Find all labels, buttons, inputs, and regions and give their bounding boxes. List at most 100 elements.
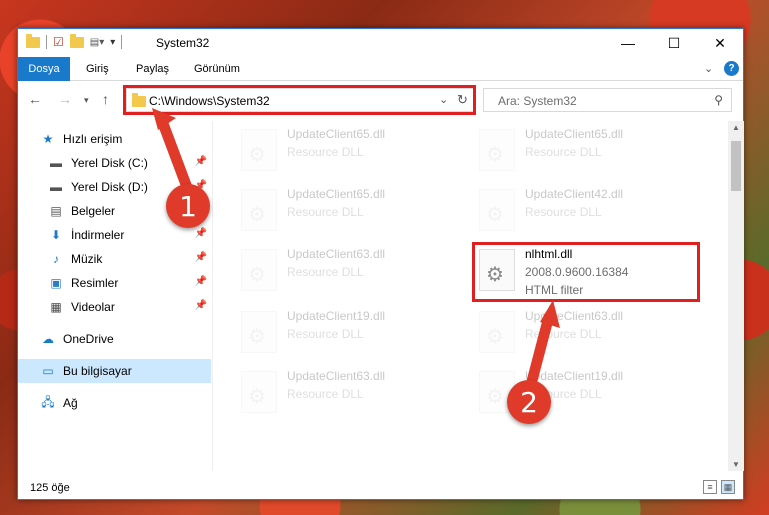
sidebar-item-pictures[interactable]: ▣ Resimler 📌 (18, 271, 211, 295)
up-arrow-icon[interactable]: ↑ (102, 91, 109, 107)
file-tile[interactable]: ⚙ UpdateClient65.dll Resource DLL (475, 123, 705, 179)
file-tile[interactable]: ⚙ UpdateClient65.dll Resource DLL (237, 183, 467, 239)
file-icon: ⚙ (241, 371, 277, 413)
pin-icon[interactable]: 📌 (195, 228, 207, 239)
gear-icon: ⚙ (486, 386, 504, 408)
file-name: UpdateClient19.dll (287, 309, 386, 323)
large-icons-view-icon[interactable]: ▦ (721, 480, 735, 494)
file-icon: ⚙ (479, 129, 515, 171)
status-bar: 125 öğe ≡ ▦ (18, 477, 743, 499)
file-tile[interactable]: ⚙ UpdateClient42.dll Resource DLL (475, 183, 705, 239)
file-name: UpdateClient19.dll (525, 369, 624, 383)
file-name: UpdateClient42.dll (525, 187, 624, 201)
sidebar-item-label: Yerel Disk (C:) (71, 156, 148, 170)
help-icon[interactable]: ? (724, 61, 739, 76)
sidebar-item-this-pc[interactable]: ▭ Bu bilgisayar (18, 359, 211, 383)
maximize-button[interactable]: ☐ (651, 29, 697, 57)
vertical-scrollbar[interactable]: ▲ ▼ (728, 121, 744, 471)
sidebar-item-network[interactable]: 🖧 Ağ (18, 391, 211, 415)
tab-share[interactable]: Paylaş (128, 57, 177, 81)
sidebar-item-videos[interactable]: ▦ Videolar 📌 (18, 295, 211, 319)
file-tile[interactable]: ⚙ UpdateClient63.dll Resource DLL (475, 305, 705, 361)
tab-home[interactable]: Giriş (78, 57, 117, 81)
pictures-icon: ▣ (50, 276, 62, 290)
window-title: System32 (156, 36, 210, 50)
file-tile[interactable]: ⚙ UpdateClient63.dll Resource DLL (237, 365, 467, 421)
scroll-thumb[interactable] (731, 141, 741, 191)
sidebar-item-label: Bu bilgisayar (63, 364, 132, 378)
file-description: Resource DLL (287, 387, 364, 401)
scroll-down-icon[interactable]: ▼ (732, 460, 740, 469)
star-icon: ★ (42, 132, 54, 146)
documents-icon: ▤ (50, 204, 62, 218)
search-input[interactable]: Ara: System32 ⚲ (483, 88, 732, 112)
file-icon: ⚙ (241, 189, 277, 231)
gear-icon: ⚙ (248, 264, 266, 286)
file-description: Resource DLL (525, 145, 602, 159)
file-description: Resource DLL (287, 265, 364, 279)
sidebar-item-label: Hızlı erişim (63, 132, 123, 146)
tab-view[interactable]: Görünüm (186, 57, 248, 81)
file-description: Resource DLL (525, 205, 602, 219)
sidebar-item-music[interactable]: ♪ Müzik 📌 (18, 247, 211, 271)
pin-icon[interactable]: 📌 (195, 276, 207, 287)
file-tile[interactable]: ⚙ UpdateClient65.dll Resource DLL (237, 123, 467, 179)
pin-icon[interactable]: 📌 (195, 300, 207, 311)
sidebar-item-label: Yerel Disk (D:) (71, 180, 148, 194)
file-icon: ⚙ (241, 311, 277, 353)
file-description: Resource DLL (287, 205, 364, 219)
file-tile[interactable]: ⚙ UpdateClient63.dll Resource DLL (237, 243, 467, 299)
search-icon[interactable]: ⚲ (714, 93, 723, 107)
step-badge-2: 2 (507, 380, 551, 424)
forward-arrow-icon[interactable]: → (58, 91, 72, 107)
download-icon: ⬇ (50, 228, 62, 242)
file-description: Resource DLL (525, 327, 602, 341)
file-icon: ⚙ (479, 311, 515, 353)
gear-icon: ⚙ (486, 204, 504, 226)
new-folder-icon[interactable] (69, 33, 84, 48)
gear-icon: ⚙ (486, 326, 504, 348)
step-badge-1: 1 (166, 184, 210, 228)
tab-file[interactable]: Dosya (18, 57, 70, 81)
file-icon: ⚙ (479, 189, 515, 231)
computer-icon: ▭ (42, 364, 54, 378)
file-name: UpdateClient65.dll (525, 127, 624, 141)
close-button[interactable]: ✕ (697, 29, 743, 57)
network-icon: 🖧 (41, 394, 55, 409)
sidebar-item-label: Resimler (71, 276, 119, 290)
sidebar-item-onedrive[interactable]: ☁ OneDrive (18, 327, 211, 351)
file-description: Resource DLL (287, 327, 364, 341)
gear-icon: ⚙ (248, 386, 266, 408)
navigation-pane: ★ Hızlı erişim ▬ Yerel Disk (C:) 📌 ▬ Yer… (18, 121, 211, 471)
sidebar-item-label: Ağ (63, 396, 78, 410)
pin-icon[interactable]: 📌 (195, 156, 207, 167)
properties-icon[interactable]: ☑ (53, 35, 64, 49)
minimize-button[interactable]: — (605, 29, 651, 57)
sidebar-item-label: OneDrive (63, 332, 114, 346)
search-placeholder: Ara: System32 (498, 94, 577, 108)
chevron-down-icon[interactable]: ▾ (110, 37, 115, 48)
file-tile[interactable]: ⚙ UpdateClient19.dll Resource DLL (237, 305, 467, 361)
gear-icon: ⚙ (248, 144, 266, 166)
scroll-up-icon[interactable]: ▲ (732, 123, 740, 132)
gear-icon: ⚙ (486, 144, 504, 166)
recent-locations-icon[interactable]: ▾ (84, 95, 89, 106)
file-description: Resource DLL (287, 145, 364, 159)
sidebar-item-label: Videolar (71, 300, 115, 314)
sidebar-item-label: İndirmeler (71, 228, 125, 242)
back-arrow-icon[interactable]: ← (28, 91, 42, 107)
ribbon-tabs: Dosya Giriş Paylaş Görünüm ⌄ ? (18, 57, 743, 81)
pin-icon[interactable]: 📌 (195, 252, 207, 263)
file-name: UpdateClient63.dll (525, 309, 624, 323)
details-view-icon[interactable]: ≡ (703, 480, 717, 494)
quick-access-toolbar: ☑ ▤▾ ▾ (26, 33, 123, 49)
gear-icon: ⚙ (248, 326, 266, 348)
file-name: UpdateClient63.dll (287, 247, 386, 261)
title-bar: ☑ ▤▾ ▾ System32 — ☐ ✕ (18, 29, 743, 57)
expand-ribbon-icon[interactable]: ⌄ (704, 62, 713, 75)
folder-icon[interactable] (26, 33, 40, 48)
gear-icon: ⚙ (248, 204, 266, 226)
sidebar-item-local-disk-c[interactable]: ▬ Yerel Disk (C:) 📌 (18, 151, 211, 175)
customize-toolbar-icon[interactable]: ▤▾ (90, 37, 104, 48)
sidebar-item-quick-access[interactable]: ★ Hızlı erişim (18, 127, 211, 151)
